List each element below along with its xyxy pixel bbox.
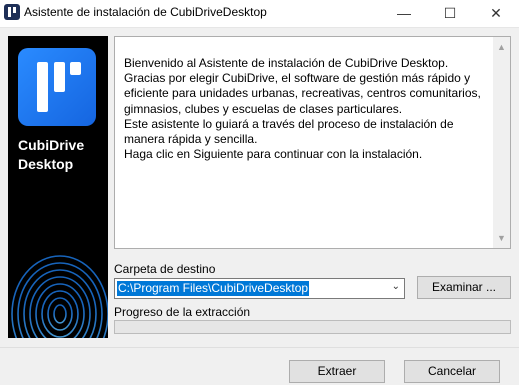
maximize-button[interactable]: ☐: [427, 0, 473, 27]
cancel-button[interactable]: Cancelar: [404, 360, 500, 383]
scroll-up-icon[interactable]: ▲: [497, 42, 506, 52]
destination-path[interactable]: C:\Program Files\CubiDriveDesktop: [117, 281, 310, 296]
browse-button[interactable]: Examinar ...: [417, 276, 511, 299]
extract-button[interactable]: Extraer: [289, 360, 385, 383]
cubidrive-logo: [18, 48, 96, 126]
progress-label: Progreso de la extracción: [114, 305, 251, 319]
vertical-scrollbar[interactable]: ▲ ▼: [493, 37, 510, 248]
app-icon: [4, 4, 20, 20]
welcome-message: Bienvenido al Asistente de instalación d…: [124, 56, 481, 162]
divider: [0, 347, 519, 348]
close-button[interactable]: ✕: [473, 0, 519, 27]
sidebar-banner: CubiDrive Desktop: [8, 36, 108, 338]
brand-name: CubiDrive Desktop: [18, 136, 84, 174]
brand-line-2: Desktop: [18, 156, 74, 172]
scroll-down-icon[interactable]: ▼: [497, 233, 506, 243]
title-bar: Asistente de instalación de CubiDriveDes…: [0, 0, 519, 28]
welcome-text-box: Bienvenido al Asistente de instalación d…: [114, 36, 511, 249]
extraction-progress-bar: [114, 320, 511, 334]
chevron-down-icon[interactable]: ⌄: [392, 281, 400, 292]
fingerprint-graphic: [11, 255, 108, 338]
destination-label: Carpeta de destino: [114, 262, 216, 276]
brand-line-1: CubiDrive: [18, 137, 85, 153]
destination-folder-combo[interactable]: C:\Program Files\CubiDriveDesktop ⌄: [114, 278, 405, 299]
window-title: Asistente de instalación de CubiDriveDes…: [24, 5, 267, 19]
minimize-button[interactable]: —: [381, 0, 427, 27]
